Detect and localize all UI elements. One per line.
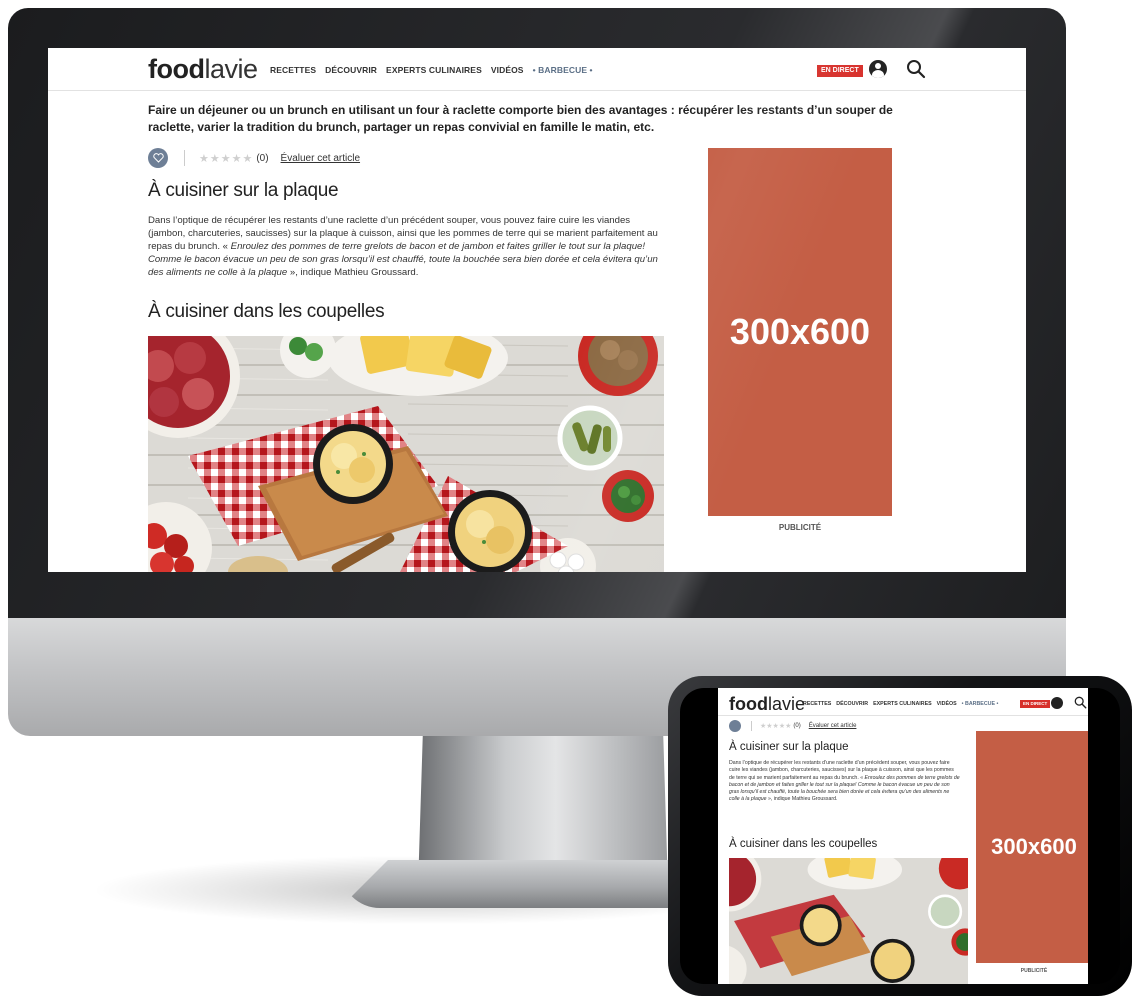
tablet-ad-slot[interactable]: 300x600 — [976, 731, 1088, 963]
tablet-site-logo[interactable]: foodlavie — [729, 694, 805, 715]
nav-item-experts-culinaires[interactable]: EXPERTS CULINAIRES — [386, 65, 482, 75]
tablet-main-nav: RECETTES DÉCOUVRIR EXPERTS CULINAIRES VI… — [803, 701, 998, 707]
tablet-section-title-plaque: À cuisiner sur la plaque — [729, 741, 849, 753]
rating-count: (0) — [256, 152, 269, 164]
rate-article-link[interactable]: Évaluer cet article — [281, 153, 360, 164]
nav-item-decouvrir[interactable]: DÉCOUVRIR — [325, 65, 377, 75]
tablet-section-text-plaque: Dans l’optique de récupérer les restants… — [729, 760, 961, 804]
raclette-photo — [148, 336, 664, 572]
article-intro: Faire un déjeuner ou un brunch en utilis… — [148, 103, 893, 134]
tablet-ad-caption: PUBLICITÉ — [1020, 968, 1048, 974]
ad-caption: PUBLICITÉ — [778, 523, 822, 532]
section-title-coupelles: À cuisiner dans les coupelles — [148, 301, 385, 322]
nav-item-barbecue[interactable]: • BARBECUE • — [533, 65, 593, 75]
live-badge[interactable]: EN DIRECT — [817, 65, 863, 77]
tablet-section-title-coupelles: À cuisiner dans les coupelles — [729, 838, 878, 850]
nav-item-videos[interactable]: VIDÉOS — [491, 65, 524, 75]
tablet-nav-item-recettes[interactable]: RECETTES — [803, 701, 831, 707]
tablet-heart-icon[interactable] — [729, 720, 741, 732]
tablet-nav-item-barbecue[interactable]: • BARBECUE • — [962, 701, 999, 707]
section-text-end: », indique Mathieu Groussard. — [287, 267, 419, 278]
section-text-plaque: Dans l’optique de récupérer les restants… — [148, 214, 670, 279]
heart-icon[interactable] — [148, 148, 168, 168]
divider — [184, 150, 185, 166]
tablet-logo-light: lavie — [767, 694, 806, 714]
tablet-nav-item-experts-culinaires[interactable]: EXPERTS CULINAIRES — [873, 701, 932, 707]
rating-stars[interactable]: ★★★★★ — [199, 152, 253, 165]
main-nav: RECETTES DÉCOUVRIR EXPERTS CULINAIRES VI… — [270, 65, 593, 75]
tablet-divider — [751, 721, 752, 731]
logo-text-light: lavie — [204, 54, 258, 84]
tablet-search-icon[interactable] — [1074, 696, 1087, 709]
tablet-rating-count: (0) — [793, 723, 801, 729]
tablet-raclette-photo — [729, 858, 968, 984]
tablet-user-icon[interactable] — [1051, 697, 1063, 709]
rating-row: ★★★★★ (0) Évaluer cet article — [148, 148, 360, 168]
tablet-nav-item-videos[interactable]: VIDÉOS — [937, 701, 957, 707]
nav-item-recettes[interactable]: RECETTES — [270, 65, 316, 75]
tablet-header-divider — [718, 715, 1088, 716]
site-header: foodlavie RECETTES DÉCOUVRIR EXPERTS CUL… — [48, 48, 1026, 91]
site-logo[interactable]: foodlavie — [148, 54, 258, 85]
search-icon[interactable] — [906, 59, 926, 79]
tablet-nav-item-decouvrir[interactable]: DÉCOUVRIR — [836, 701, 868, 707]
tablet-screen: foodlavie RECETTES DÉCOUVRIR EXPERTS CUL… — [718, 688, 1088, 984]
desktop-screen: foodlavie RECETTES DÉCOUVRIR EXPERTS CUL… — [48, 48, 1026, 572]
tablet-section-text-end: », indique Mathieu Groussard. — [766, 796, 838, 803]
tablet-live-badge[interactable]: EN DIRECT — [1020, 700, 1051, 708]
ad-slot[interactable]: 300x600 — [708, 148, 892, 516]
tablet-rating-stars[interactable]: ★★★★★ — [760, 722, 791, 730]
user-icon[interactable] — [869, 60, 887, 78]
tablet-rate-article-link[interactable]: Évaluer cet article — [809, 723, 857, 729]
logo-text-bold: food — [148, 54, 205, 84]
section-title-plaque: À cuisiner sur la plaque — [148, 180, 339, 201]
tablet-rating-row: ★★★★★ (0) Évaluer cet article — [729, 720, 856, 732]
tablet-logo-bold: food — [729, 694, 768, 714]
